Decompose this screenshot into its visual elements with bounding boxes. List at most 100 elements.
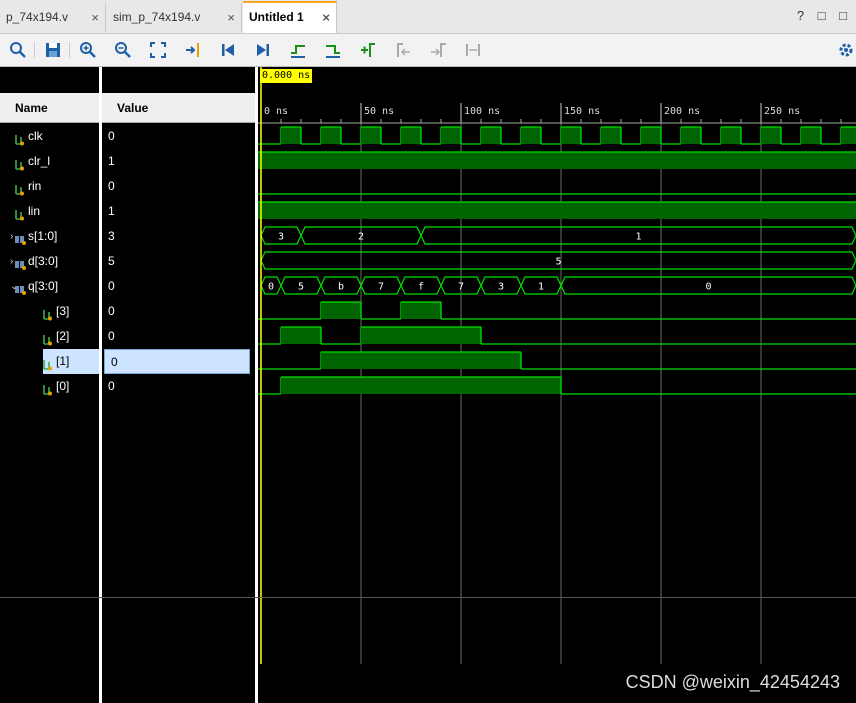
window-controls[interactable]: ? □ □ [797, 8, 852, 23]
tab-label: sim_p_74x194.v [113, 10, 201, 24]
value-column-header[interactable]: Value [102, 93, 255, 123]
bus-signal-icon [14, 230, 26, 245]
zoom-out-icon[interactable] [111, 38, 135, 62]
bus-value-label: b [338, 282, 344, 293]
tab-label: p_74x194.v [6, 10, 69, 24]
signal-value[interactable]: 0 [102, 274, 255, 299]
signal-row[interactable]: [3] [0, 299, 99, 324]
signal-row[interactable]: [2] [0, 324, 99, 349]
tab-untitled-1[interactable]: Untitled 1 × [243, 1, 337, 33]
add-marker-icon[interactable] [356, 38, 380, 62]
chevron-right-icon[interactable]: › [10, 249, 13, 274]
waveform-high-fill [721, 127, 741, 144]
close-icon[interactable]: × [227, 3, 235, 32]
waveform-high-fill [641, 127, 661, 144]
next-transition-icon[interactable] [321, 38, 345, 62]
time-tick-label: 200 ns [664, 106, 700, 117]
waveform-high-fill [361, 127, 381, 144]
previous-transition-icon[interactable] [286, 38, 310, 62]
signal-name: clr_l [28, 154, 51, 168]
bus-value-label: 7 [378, 282, 384, 293]
waveform-high-fill [561, 127, 581, 144]
waveform-high-fill [258, 202, 856, 219]
next-marker-icon[interactable] [426, 38, 450, 62]
signal-value[interactable]: 0 [102, 299, 255, 324]
signal-name: [1] [56, 354, 70, 368]
zoom-fit-icon[interactable] [146, 38, 170, 62]
waveform-high-fill [281, 127, 301, 144]
signal-value[interactable]: 0 [102, 124, 255, 149]
swap-cursors-icon[interactable] [461, 38, 485, 62]
signal-value[interactable]: 0 [102, 324, 255, 349]
bus-signal-icon [14, 255, 26, 270]
waveform-high-fill [601, 127, 621, 144]
close-icon[interactable]: × [322, 3, 330, 32]
bus-value-label: 1 [635, 232, 641, 243]
tab-sim-p-74x194[interactable]: sim_p_74x194.v × [107, 3, 242, 32]
bit-signal-icon [42, 355, 54, 371]
time-tick-label: 150 ns [564, 106, 600, 117]
waveform-high-fill [761, 127, 781, 144]
signal-value[interactable]: 3 [102, 224, 255, 249]
go-to-last-time-icon[interactable] [251, 38, 275, 62]
signal-name: d[3:0] [28, 254, 59, 268]
waveform-high-fill [361, 327, 481, 344]
waveform-high-fill [801, 127, 821, 144]
time-tick-label: 100 ns [464, 106, 500, 117]
signal-row[interactable]: › s[1:0] [0, 224, 99, 249]
signal-row[interactable]: clr_l [0, 149, 99, 174]
signal-value[interactable]: 1 [102, 149, 255, 174]
bus-value-label: 1 [538, 282, 544, 293]
waveform-high-fill [321, 302, 361, 319]
signal-value[interactable]: 0 [102, 174, 255, 199]
save-icon[interactable] [41, 38, 65, 62]
signal-name: [0] [56, 379, 70, 393]
waveform-high-fill [681, 127, 701, 144]
signal-name: q[3:0] [28, 279, 59, 293]
signal-value[interactable]: 1 [102, 199, 255, 224]
bit-signal-icon [42, 380, 54, 396]
signal-name: rin [28, 179, 42, 193]
go-to-cursor-icon[interactable] [181, 38, 205, 62]
signal-row[interactable]: ⌄ q[3:0] [0, 274, 99, 299]
search-icon[interactable] [6, 38, 30, 62]
chevron-right-icon[interactable]: › [10, 224, 13, 249]
tab-p-74x194[interactable]: p_74x194.v × [0, 3, 106, 32]
signal-name: [3] [56, 304, 70, 318]
settings-icon[interactable] [834, 38, 856, 62]
signal-row[interactable]: [1] [43, 349, 99, 374]
toolbar [0, 34, 856, 67]
waveform-canvas[interactable]: 0 ns 50 ns 100 ns 150 ns 200 ns 250 ns 3 2 1 5 0 5 b… [258, 67, 856, 703]
signal-row[interactable]: lin [0, 199, 99, 224]
close-icon[interactable]: × [91, 3, 99, 32]
waveform-high-fill [281, 377, 561, 394]
signal-value[interactable]: 0 [104, 349, 250, 374]
waveform-high-fill [321, 352, 521, 369]
go-to-time-0-icon[interactable] [216, 38, 240, 62]
bottom-divider [0, 597, 856, 598]
time-tick-label: 250 ns [764, 106, 800, 117]
signal-row[interactable]: clk [0, 124, 99, 149]
tab-label: Untitled 1 [249, 10, 304, 24]
waveform-high-fill [841, 127, 856, 144]
signal-row[interactable]: [0] [0, 374, 99, 399]
signal-value[interactable]: 5 [102, 249, 255, 274]
cursor-time-label: 0.000 ns [260, 69, 313, 83]
waveform-area[interactable]: 0 ns 50 ns 100 ns 150 ns 200 ns 250 ns 3 2 1 5 0 5 b… [258, 67, 856, 703]
waveform-high-fill [481, 127, 501, 144]
signal-name: lin [28, 204, 41, 218]
signal-row[interactable]: rin [0, 174, 99, 199]
bus-value-label: 3 [498, 282, 504, 293]
zoom-in-icon[interactable] [76, 38, 100, 62]
name-column-header[interactable]: Name [0, 93, 99, 123]
previous-marker-icon[interactable] [391, 38, 415, 62]
signal-value[interactable]: 0 [102, 374, 255, 399]
bus-value-label: 5 [298, 282, 304, 293]
bus-value-label: 7 [458, 282, 464, 293]
watermark: CSDN @weixin_42454243 [625, 672, 840, 692]
signal-row[interactable]: › d[3:0] [0, 249, 99, 274]
signal-name-panel: Name clk clr_lrin lin › s[1:0] › d[3:0] ⌄ q[3:0]… [0, 67, 99, 703]
waveform-high-fill [258, 152, 856, 169]
signal-name: [2] [56, 329, 70, 343]
bit-signal-icon [14, 130, 26, 146]
